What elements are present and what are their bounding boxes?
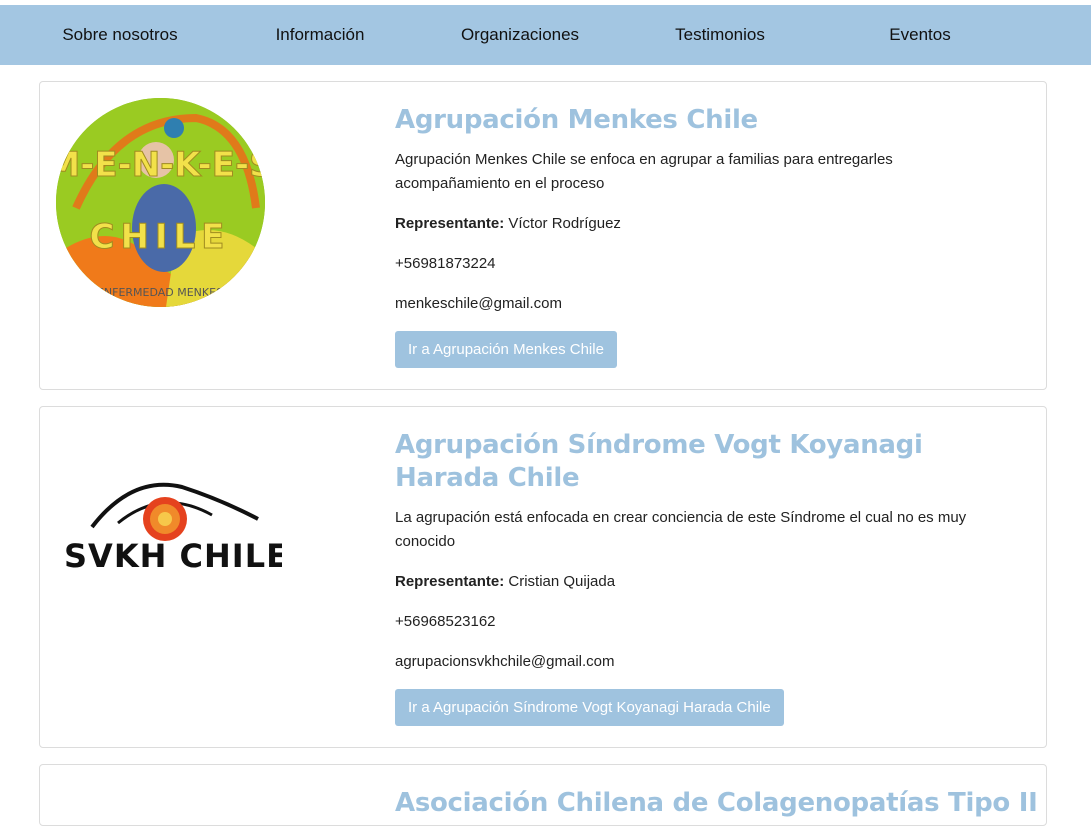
top-navbar: Sobre nosotros Información Organizacione… bbox=[0, 5, 1091, 65]
org-link-button[interactable]: Ir a Agrupación Síndrome Vogt Koyanagi H… bbox=[395, 689, 784, 726]
rep-label: Representante: bbox=[395, 215, 505, 232]
logo-text: SVKH CHILE bbox=[64, 537, 282, 575]
rep-name: Víctor Rodríguez bbox=[508, 215, 621, 232]
rep-label: Representante: bbox=[395, 573, 505, 590]
org-representative: Representante: Cristian Quijada bbox=[395, 572, 615, 592]
org-representative: Representante: Víctor Rodríguez bbox=[395, 214, 621, 234]
nav-informacion[interactable]: Información bbox=[240, 5, 400, 65]
org-title: Agrupación Menkes Chile bbox=[395, 105, 758, 135]
org-card: Asociación Chilena de Colagenopatías Tip… bbox=[39, 764, 1047, 826]
org-email: agrupacionsvkhchile@gmail.com bbox=[395, 653, 615, 670]
org-card: M-E-N-K-E-S CHILE ENFERMEDAD MENKES Agru… bbox=[39, 81, 1047, 390]
org-title: Agrupación Síndrome Vogt Koyanagi Harada… bbox=[395, 430, 923, 493]
menkes-logo-image: M-E-N-K-E-S CHILE ENFERMEDAD MENKES bbox=[56, 98, 265, 307]
logo-text-main: M-E-N-K-E-S bbox=[56, 145, 265, 185]
nav-sobre-nosotros[interactable]: Sobre nosotros bbox=[40, 5, 200, 65]
rep-name: Cristian Quijada bbox=[508, 573, 616, 590]
nav-eventos[interactable]: Eventos bbox=[840, 5, 1000, 65]
nav-organizaciones[interactable]: Organizaciones bbox=[440, 5, 600, 65]
org-card-body: Agrupación Síndrome Vogt Koyanagi Harada… bbox=[395, 407, 1015, 747]
org-logo-menkes: M-E-N-K-E-S CHILE ENFERMEDAD MENKES bbox=[56, 98, 265, 307]
org-email: menkeschile@gmail.com bbox=[395, 295, 562, 312]
org-phone: +56968523162 bbox=[395, 613, 496, 630]
logo-text-sub: CHILE bbox=[90, 217, 231, 257]
nav-testimonios[interactable]: Testimonios bbox=[640, 5, 800, 65]
org-card-body: Agrupación Menkes Chile Agrupación Menke… bbox=[395, 82, 1015, 389]
svkh-logo-image: SVKH CHILE bbox=[64, 482, 282, 575]
org-card: SVKH CHILE Agrupación Síndrome Vogt Koya… bbox=[39, 406, 1047, 748]
org-link-button[interactable]: Ir a Agrupación Menkes Chile bbox=[395, 331, 617, 368]
logo-caption: ENFERMEDAD MENKES bbox=[97, 286, 223, 299]
org-description: La agrupación está enfocada en crear con… bbox=[395, 509, 967, 550]
org-description: Agrupación Menkes Chile se enfoca en agr… bbox=[395, 151, 893, 192]
org-card-body: Asociación Chilena de Colagenopatías Tip… bbox=[395, 765, 1038, 825]
org-phone: +56981873224 bbox=[395, 255, 496, 272]
